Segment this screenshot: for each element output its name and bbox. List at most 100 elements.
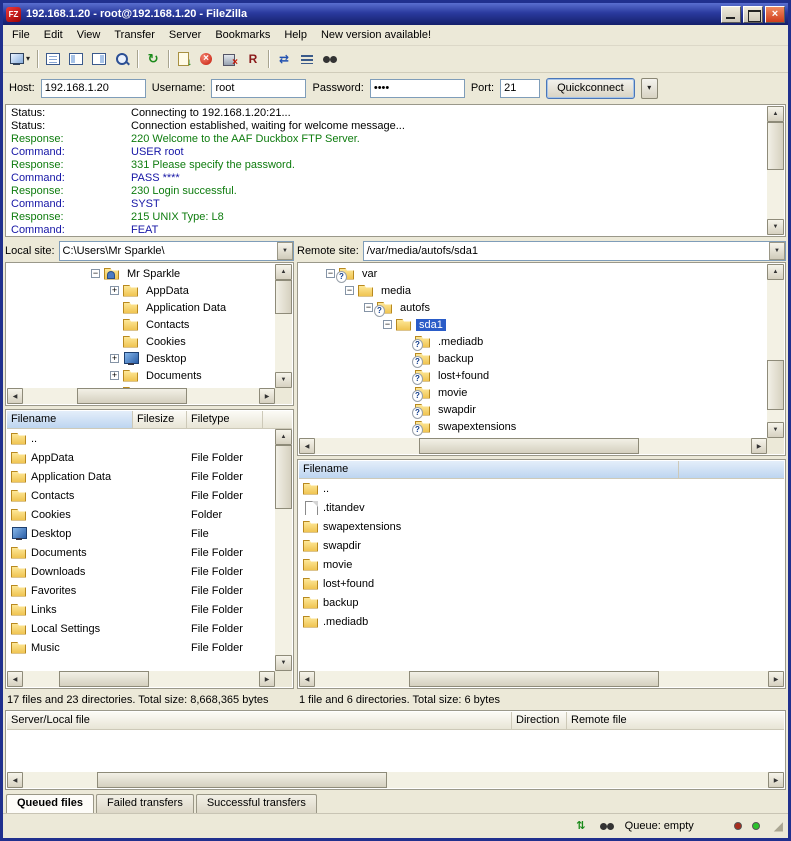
column-header-filetype[interactable]: Filetype [187, 411, 263, 429]
menu-server[interactable]: Server [162, 26, 208, 44]
horizontal-scrollbar[interactable]: ◀ ▶ [7, 388, 275, 404]
site-manager-button[interactable]: ▾ [6, 48, 33, 70]
file-row[interactable]: FavoritesFile Folder [7, 581, 275, 600]
quickconnect-dropdown-button[interactable]: ▾ [641, 78, 658, 99]
quickconnect-button[interactable]: Quickconnect [546, 78, 635, 99]
chevron-down-icon[interactable]: ▼ [277, 242, 293, 260]
expander-icon[interactable] [110, 286, 119, 295]
scrollbar-thumb[interactable] [97, 772, 387, 788]
file-row[interactable]: lost+found [299, 574, 784, 593]
chevron-down-icon[interactable]: ▼ [769, 242, 785, 260]
menu-new-version[interactable]: New version available! [314, 26, 438, 44]
scroll-right-icon[interactable]: ▶ [259, 388, 275, 404]
tab-successful-transfers[interactable]: Successful transfers [196, 794, 317, 813]
scroll-down-icon[interactable]: ▼ [275, 372, 292, 388]
tree-item[interactable]: sda1 [299, 316, 767, 333]
scroll-left-icon[interactable]: ◀ [299, 438, 315, 454]
tree-item[interactable]: backup [299, 350, 767, 367]
file-row[interactable]: DesktopFile [7, 524, 275, 543]
scroll-left-icon[interactable]: ◀ [299, 671, 315, 687]
file-row[interactable]: DocumentsFile Folder [7, 543, 275, 562]
scroll-down-icon[interactable]: ▼ [767, 219, 784, 235]
horizontal-scrollbar[interactable]: ◀ ▶ [299, 671, 784, 687]
scrollbar-thumb[interactable] [409, 671, 659, 687]
scroll-up-icon[interactable]: ▲ [275, 264, 292, 280]
menu-help[interactable]: Help [277, 26, 314, 44]
scrollbar-thumb[interactable] [59, 671, 149, 687]
expander-icon[interactable] [345, 286, 354, 295]
scroll-down-icon[interactable]: ▼ [275, 655, 292, 671]
menu-edit[interactable]: Edit [37, 26, 70, 44]
file-row[interactable]: Application DataFile Folder [7, 467, 275, 486]
tree-item[interactable]: lost+found [299, 367, 767, 384]
expander-icon[interactable] [383, 320, 392, 329]
file-row[interactable]: backup [299, 593, 784, 612]
tree-item[interactable]: swapdir [299, 401, 767, 418]
column-header-remote-file[interactable]: Remote file [567, 712, 784, 730]
refresh-button[interactable] [142, 48, 164, 70]
scroll-left-icon[interactable]: ◀ [7, 671, 23, 687]
file-row[interactable]: movie [299, 555, 784, 574]
column-header-filename[interactable]: Filename [7, 411, 133, 429]
vertical-scrollbar[interactable]: ▲ ▼ [767, 106, 784, 235]
horizontal-scrollbar[interactable]: ◀ ▶ [299, 438, 767, 454]
menu-file[interactable]: File [5, 26, 37, 44]
tree-item[interactable]: Application Data [7, 299, 275, 316]
scroll-right-icon[interactable]: ▶ [751, 438, 767, 454]
title-bar[interactable]: FZ 192.168.1.20 - root@192.168.1.20 - Fi… [3, 3, 788, 25]
file-row[interactable]: ContactsFile Folder [7, 486, 275, 505]
maximize-button[interactable] [743, 6, 763, 23]
horizontal-scrollbar[interactable]: ◀ ▶ [7, 772, 784, 788]
scroll-right-icon[interactable]: ▶ [768, 671, 784, 687]
vertical-scrollbar[interactable]: ▲ ▼ [275, 264, 292, 388]
scroll-up-icon[interactable]: ▲ [767, 264, 784, 280]
menu-view[interactable]: View [70, 26, 108, 44]
tree-item[interactable]: Contacts [7, 316, 275, 333]
expander-icon[interactable] [91, 269, 100, 278]
remote-site-combo[interactable]: /var/media/autofs/sda1 ▼ [363, 241, 786, 261]
column-header-filesize[interactable]: Filesize [133, 411, 187, 429]
scrollbar-thumb[interactable] [767, 360, 784, 410]
scroll-up-icon[interactable]: ▲ [767, 106, 784, 122]
file-row[interactable]: .mediadb [299, 612, 784, 631]
tree-item[interactable]: Cookies [7, 333, 275, 350]
filter-icon[interactable] [599, 819, 615, 833]
scrollbar-thumb[interactable] [767, 122, 784, 170]
disconnect-button[interactable] [219, 48, 241, 70]
tree-item[interactable]: Desktop [7, 350, 275, 367]
reconnect-button[interactable] [242, 48, 264, 70]
tree-item[interactable]: swapextensions [299, 418, 767, 435]
column-header-direction[interactable]: Direction [512, 712, 567, 730]
file-row[interactable]: LinksFile Folder [7, 600, 275, 619]
tree-item[interactable]: var [299, 265, 767, 282]
cancel-button[interactable] [196, 48, 218, 70]
expander-icon[interactable] [110, 354, 119, 363]
file-row[interactable]: .. [299, 479, 784, 498]
directory-comparison-button[interactable] [273, 48, 295, 70]
file-row[interactable]: .titandev [299, 498, 784, 517]
scroll-left-icon[interactable]: ◀ [7, 388, 23, 404]
port-input[interactable] [500, 79, 540, 98]
file-row[interactable]: AppDataFile Folder [7, 448, 275, 467]
menu-transfer[interactable]: Transfer [107, 26, 162, 44]
scroll-up-icon[interactable]: ▲ [275, 429, 292, 445]
resize-grip[interactable]: ◢ [774, 819, 783, 833]
minimize-button[interactable] [721, 6, 741, 23]
scrollbar-thumb[interactable] [77, 388, 187, 404]
scroll-down-icon[interactable]: ▼ [767, 422, 784, 438]
tree-item[interactable]: autofs [299, 299, 767, 316]
file-row[interactable]: DownloadsFile Folder [7, 562, 275, 581]
tab-queued-files[interactable]: Queued files [6, 794, 94, 813]
vertical-scrollbar[interactable]: ▲ ▼ [767, 264, 784, 438]
find-files-button[interactable] [319, 48, 341, 70]
toggle-queue-button[interactable] [111, 48, 133, 70]
scroll-right-icon[interactable]: ▶ [259, 671, 275, 687]
scrollbar-thumb[interactable] [275, 445, 292, 509]
process-queue-button[interactable] [173, 48, 195, 70]
password-input[interactable] [370, 79, 465, 98]
toggle-remote-tree-button[interactable] [88, 48, 110, 70]
scroll-left-icon[interactable]: ◀ [7, 772, 23, 788]
tree-item[interactable]: movie [299, 384, 767, 401]
username-input[interactable] [211, 79, 306, 98]
vertical-scrollbar[interactable]: ▲ ▼ [275, 429, 292, 671]
